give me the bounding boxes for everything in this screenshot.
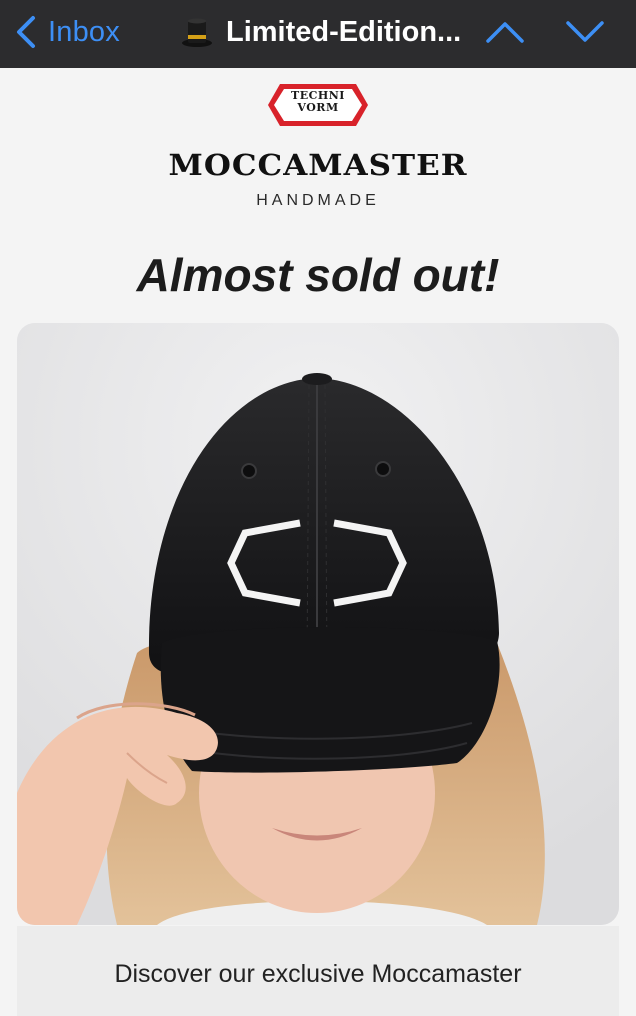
top-hat-icon xyxy=(182,18,212,47)
badge-line-2: VORM xyxy=(297,101,339,114)
subject-text: Limited-Edition... xyxy=(226,15,462,48)
chevron-left-icon xyxy=(17,16,35,48)
brand-tagline: HANDMADE xyxy=(256,192,380,209)
next-message-button[interactable] xyxy=(565,17,605,47)
back-to-inbox-button[interactable]: Inbox xyxy=(14,14,120,50)
previous-message-button[interactable] xyxy=(485,17,525,47)
description-card: Discover our exclusive Moccamaster xyxy=(17,926,619,1016)
black-cap-photo xyxy=(17,323,619,925)
email-body: TECHNI VORM MOCCAMASTER HANDMADE Almost … xyxy=(0,68,636,1016)
back-label: Inbox xyxy=(48,15,120,48)
email-subject-title: Limited-Edition... xyxy=(180,12,461,52)
brand-wordmark: MOCCAMASTER xyxy=(168,149,468,183)
chevron-down-icon xyxy=(566,21,604,42)
technivorm-logo-badge: TECHNI VORM xyxy=(266,82,370,128)
headline: Almost sold out! xyxy=(136,249,500,301)
email-nav-bar: Inbox Limited-Edition... xyxy=(0,0,636,68)
hero-image[interactable] xyxy=(17,323,619,925)
description-text: Discover our exclusive Moccamaster xyxy=(114,960,522,988)
chevron-up-icon xyxy=(486,22,524,43)
